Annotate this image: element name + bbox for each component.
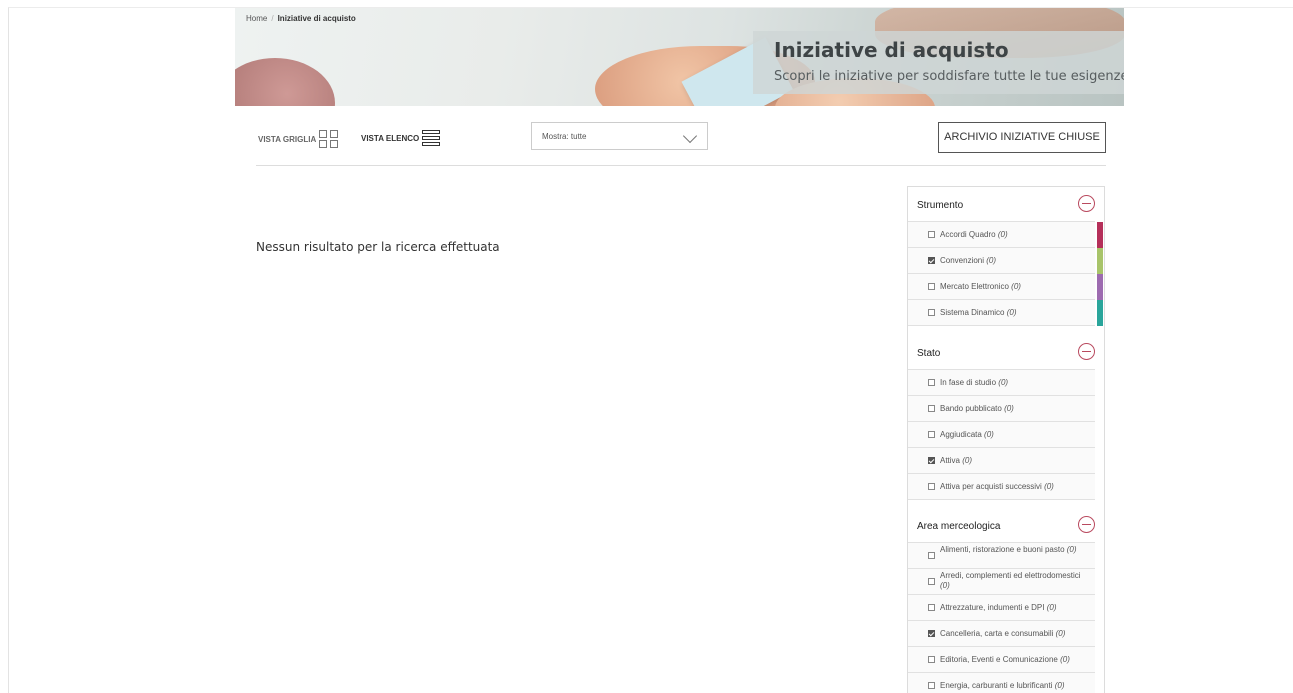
filter-checkbox[interactable] — [928, 604, 935, 611]
filter-group-strumento: Strumento Accordi Quadro (0) Convenzioni … — [908, 187, 1105, 335]
filter-option-label: Convenzioni (0) — [940, 256, 997, 265]
list-view-label: VISTA ELENCO — [361, 133, 420, 143]
filter-option-label: Editoria, Eventi e Comunicazione (0) — [940, 655, 1070, 664]
filter-option[interactable]: Mercato Elettronico (0) — [908, 273, 1103, 300]
filter-option-label: Mercato Elettronico (0) — [940, 282, 1021, 291]
filter-group-header[interactable]: Area merceologica — [908, 508, 1105, 542]
filter-checkbox[interactable] — [928, 578, 935, 585]
filter-option-label: Cancelleria, carta e consumabili (0) — [940, 629, 1066, 638]
breadcrumb-current: Iniziative di acquisto — [277, 14, 356, 23]
category-color-bar — [1097, 248, 1103, 274]
filter-option[interactable]: Aggiudicata (0) — [908, 421, 1095, 447]
filter-option-label: Bando pubblicato (0) — [940, 404, 1014, 413]
list-view-toggle[interactable]: VISTA ELENCO — [361, 130, 441, 146]
filter-option-label: Sistema Dinamico (0) — [940, 308, 1017, 317]
collapse-icon[interactable] — [1078, 195, 1095, 212]
filter-option[interactable]: Attiva per acquisti successivi (0) — [908, 473, 1095, 499]
filter-checkbox[interactable] — [928, 630, 935, 637]
filter-option[interactable]: Energia, carburanti e lubrificanti (0) — [908, 672, 1095, 693]
hero-image-shape — [235, 58, 335, 106]
category-color-bar — [1097, 274, 1103, 300]
filter-group-title: Stato — [917, 348, 941, 359]
divider — [256, 165, 1106, 166]
filter-group-header[interactable]: Strumento — [908, 187, 1105, 221]
breadcrumb-separator: / — [271, 14, 274, 23]
category-color-bar — [1097, 222, 1103, 248]
no-results-message: Nessun risultato per la ricerca effettua… — [256, 240, 500, 254]
filter-option-label: In fase di studio (0) — [940, 378, 1009, 387]
filter-checkbox[interactable] — [928, 405, 935, 412]
filter-checkbox[interactable] — [928, 257, 935, 264]
collapse-icon[interactable] — [1078, 516, 1095, 533]
filter-option[interactable]: Attrezzature, indumenti e DPI (0) — [908, 594, 1095, 620]
filter-option-label: Attrezzature, indumenti e DPI (0) — [940, 603, 1057, 612]
filter-group-title: Strumento — [917, 200, 964, 211]
filter-checkbox[interactable] — [928, 379, 935, 386]
filter-checkbox[interactable] — [928, 231, 935, 238]
filter-group-stato: Stato In fase di studio (0) Bando pubblic… — [908, 335, 1105, 509]
filter-checkbox[interactable] — [928, 283, 935, 290]
filter-option-label: Energia, carburanti e lubrificanti (0) — [940, 681, 1065, 690]
filter-checkbox[interactable] — [928, 682, 935, 689]
filter-sidebar: Strumento Accordi Quadro (0) Convenzioni … — [907, 186, 1105, 693]
page-subtitle: Scopri le iniziative per soddisfare tutt… — [774, 69, 1124, 84]
filter-option[interactable]: Alimenti, ristorazione e buoni pasto (0) — [908, 542, 1095, 568]
filter-option[interactable]: Editoria, Eventi e Comunicazione (0) — [908, 646, 1095, 672]
filter-option[interactable]: Attiva (0) — [908, 447, 1095, 473]
grid-icon — [319, 130, 339, 148]
grid-view-toggle[interactable]: VISTA GRIGLIA — [258, 130, 339, 148]
chevron-down-icon — [682, 128, 698, 144]
hero-banner: Iniziative di acquisto Scopri le iniziat… — [235, 8, 1124, 106]
filter-checkbox[interactable] — [928, 656, 935, 663]
filter-checkbox[interactable] — [928, 457, 935, 464]
show-filter-value: Mostra: tutte — [542, 132, 587, 141]
filter-group-area-merceologica: Area merceologica Alimenti, ristorazione… — [908, 508, 1105, 693]
category-color-bar — [1097, 300, 1103, 326]
list-icon — [422, 130, 441, 146]
filter-option-label: Arredi, complementi ed elettrodomestici … — [940, 571, 1081, 590]
filter-option-label: Accordi Quadro (0) — [940, 230, 1008, 239]
filter-option-label: Aggiudicata (0) — [940, 430, 994, 439]
closed-initiatives-archive-button[interactable]: ARCHIVIO INIZIATIVE CHIUSE — [938, 122, 1106, 153]
collapse-icon[interactable] — [1078, 343, 1095, 360]
filter-option[interactable]: Convenzioni (0) — [908, 247, 1103, 274]
filter-checkbox[interactable] — [928, 431, 935, 438]
filter-option[interactable]: Bando pubblicato (0) — [908, 395, 1095, 421]
filter-option[interactable]: Accordi Quadro (0) — [908, 221, 1103, 248]
filter-option[interactable]: Arredi, complementi ed elettrodomestici … — [908, 568, 1095, 594]
filter-checkbox[interactable] — [928, 483, 935, 490]
filter-option-label: Attiva per acquisti successivi (0) — [940, 482, 1054, 491]
filter-checkbox[interactable] — [928, 552, 935, 559]
page-title: Iniziative di acquisto — [774, 38, 1009, 62]
breadcrumb: Home / Iniziative di acquisto — [246, 14, 356, 23]
filter-checkbox[interactable] — [928, 309, 935, 316]
filter-option[interactable]: Cancelleria, carta e consumabili (0) — [908, 620, 1095, 646]
filter-group-header[interactable]: Stato — [908, 335, 1105, 369]
grid-view-label: VISTA GRIGLIA — [258, 134, 317, 144]
show-filter-select[interactable]: Mostra: tutte — [531, 122, 708, 150]
filter-option-label: Alimenti, ristorazione e buoni pasto (0) — [940, 545, 1077, 554]
divider — [908, 325, 1095, 335]
filter-option[interactable]: In fase di studio (0) — [908, 369, 1095, 395]
filter-group-title: Area merceologica — [917, 521, 1001, 532]
filter-option[interactable]: Sistema Dinamico (0) — [908, 299, 1103, 326]
filter-option-label: Attiva (0) — [940, 456, 973, 465]
breadcrumb-home-link[interactable]: Home — [246, 14, 267, 23]
